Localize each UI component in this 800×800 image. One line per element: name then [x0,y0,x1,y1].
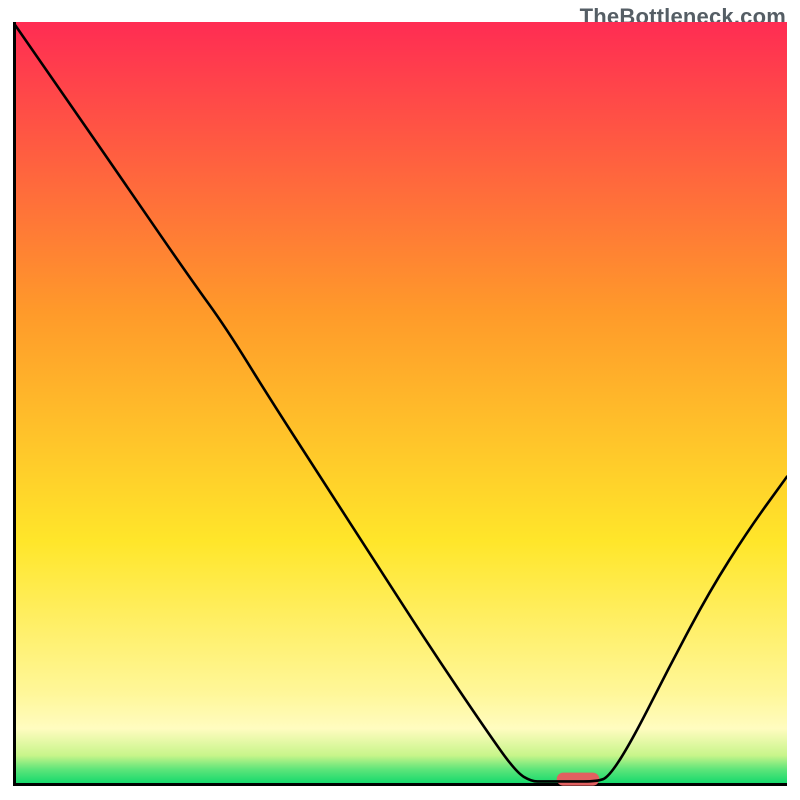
chart-container: TheBottleneck.com [0,0,800,800]
optimal-point-marker [557,773,600,786]
gradient-background [13,22,787,786]
plot-area [13,22,787,786]
bottleneck-chart-svg [13,22,787,786]
